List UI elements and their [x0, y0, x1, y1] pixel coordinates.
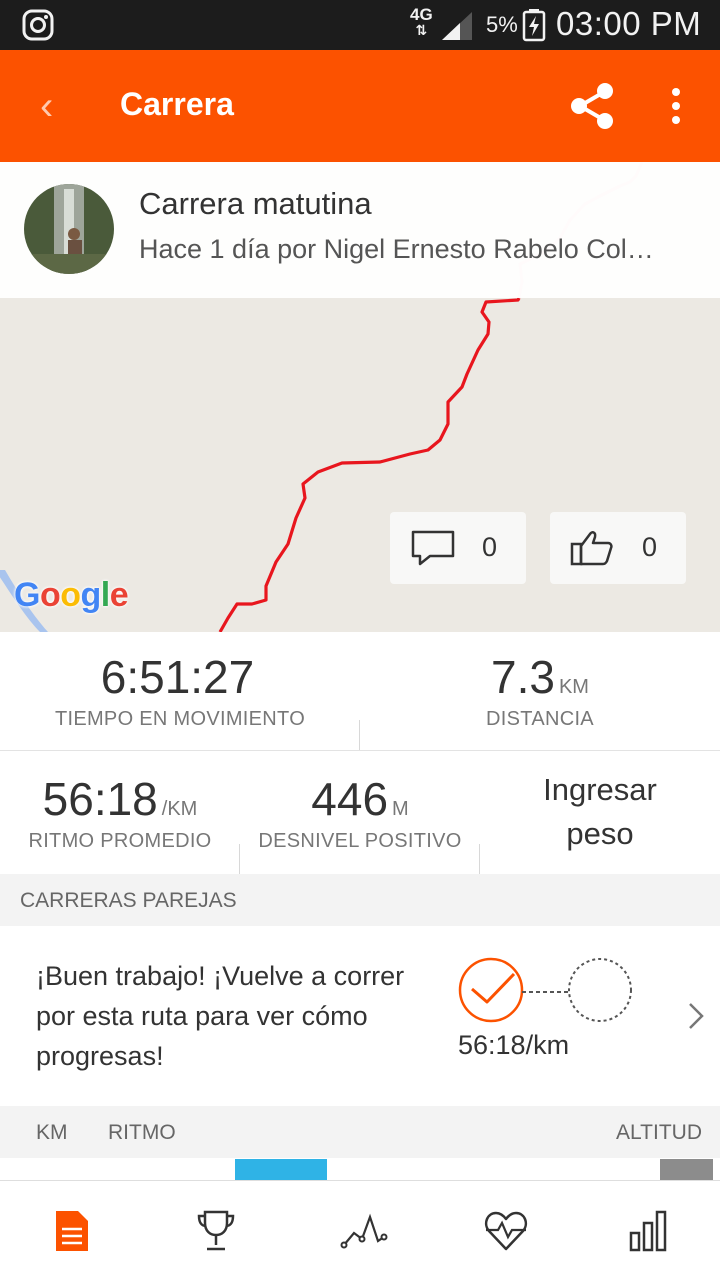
instagram-icon: [22, 9, 54, 41]
bottom-navigation: [0, 1180, 720, 1280]
comments-button[interactable]: 0: [390, 512, 526, 584]
feed-icon: [56, 1211, 88, 1251]
thumbs-up-icon: [570, 531, 613, 566]
chevron-right-icon[interactable]: [684, 996, 708, 1036]
kudos-count: 0: [642, 532, 658, 562]
app-bar: ‹ Carrera: [0, 50, 720, 162]
stats-icon: [629, 1210, 667, 1252]
avatar[interactable]: [24, 184, 114, 274]
splits-km-label: KM: [36, 1121, 68, 1144]
elevation-value: 446 M: [240, 772, 480, 826]
back-icon[interactable]: ‹: [40, 78, 70, 134]
matched-pace: 56:18/km: [458, 1030, 570, 1060]
elevation-label: DESNIVEL POSITIVO: [258, 830, 462, 852]
moving-time-value: 6:51:27: [0, 650, 355, 704]
avatar-photo: [24, 184, 114, 274]
status-bar: 4G ⇅ 5% 03:00 PM: [0, 0, 720, 50]
enter-weight-button[interactable]: Ingresar peso: [520, 768, 680, 856]
matched-runs-title: CARRERAS PAREJAS: [20, 889, 237, 912]
activity-subtitle: Hace 1 día por Nigel Ernesto Rabelo Col…: [139, 234, 654, 264]
splits-header: KM RITMO ALTITUD: [0, 1106, 720, 1158]
pace-unit: /KM: [161, 798, 198, 820]
pace-value: 56:18/KM: [0, 772, 240, 826]
page-title: Carrera: [120, 86, 234, 122]
divider: [479, 844, 480, 874]
activity-graph-icon: [340, 1213, 388, 1249]
nav-feed[interactable]: [0, 1181, 144, 1280]
matched-runs-header: CARRERAS PAREJAS: [0, 874, 720, 926]
google-logo: Google: [14, 576, 129, 614]
kudos-button[interactable]: 0: [550, 512, 686, 584]
overflow-menu-icon[interactable]: [660, 84, 692, 128]
matched-runs-message[interactable]: ¡Buen trabajo! ¡Vuelve a correr por esta…: [36, 956, 436, 1076]
network-type: 4G ⇅: [410, 5, 433, 38]
divider: [0, 750, 720, 751]
trophy-icon: [197, 1210, 235, 1251]
route-map[interactable]: Carrera matutina Hace 1 día por Nigel Er…: [0, 162, 720, 632]
splits-pace-label: RITMO: [108, 1121, 176, 1144]
clock: 03:00 PM: [556, 5, 702, 42]
data-arrows-icon: ⇅: [415, 22, 428, 38]
heart-rate-icon: [484, 1211, 528, 1251]
elevation: 446: [311, 773, 389, 825]
splits-altitude-label: ALTITUD: [616, 1121, 702, 1144]
distance-value: 7.3 KM: [360, 650, 720, 704]
activity-header[interactable]: Carrera matutina Hace 1 día por Nigel Er…: [0, 162, 720, 298]
signal-icon: [442, 12, 472, 40]
nav-health[interactable]: [432, 1181, 576, 1280]
comments-count: 0: [482, 532, 498, 562]
matched-runs-icon: [458, 957, 632, 1023]
distance-label: DISTANCIA: [486, 708, 594, 730]
nav-activity[interactable]: [288, 1181, 432, 1280]
elevation-unit: M: [392, 798, 409, 820]
share-icon[interactable]: [566, 80, 618, 132]
nav-stats[interactable]: [576, 1181, 720, 1280]
pace: 56:18: [42, 773, 158, 825]
nav-challenges[interactable]: [144, 1181, 288, 1280]
distance: 7.3: [491, 651, 555, 703]
moving-time-label: TIEMPO EN MOVIMIENTO: [54, 708, 306, 730]
pace-label: RITMO PROMEDIO: [28, 830, 212, 852]
moving-time: 6:51:27: [100, 651, 255, 703]
split-pace-bar: [235, 1159, 327, 1181]
activity-title: Carrera matutina: [139, 186, 372, 221]
distance-unit: KM: [558, 676, 589, 698]
battery-charging-icon: [522, 9, 546, 42]
battery-percent: 5%: [486, 12, 518, 37]
split-altitude-bar: [660, 1159, 713, 1181]
comment-icon: [411, 530, 455, 566]
